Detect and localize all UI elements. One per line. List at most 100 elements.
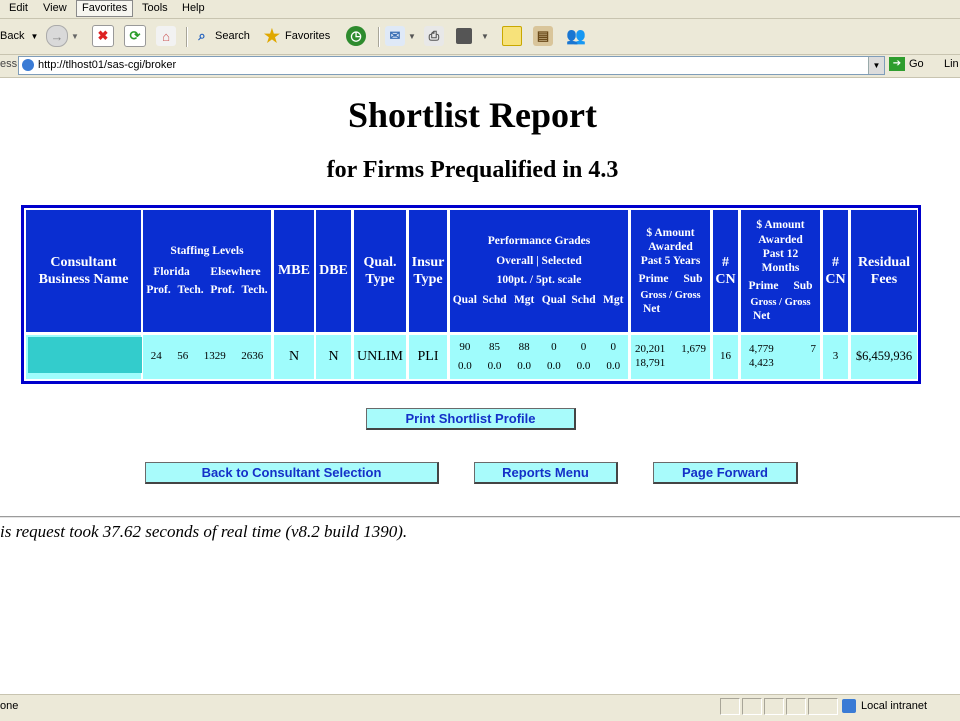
status-text: one (0, 700, 19, 712)
menu-view[interactable]: View (38, 0, 72, 18)
header-text: Elsewhere (210, 265, 261, 278)
shortlist-table: Consultant Business Name Staffing Levels… (21, 205, 921, 384)
stop-button[interactable]: ✖ (92, 24, 117, 48)
page-subtitle: for Firms Prequalified in 4.3 (326, 157, 619, 183)
refresh-button[interactable]: ⟳ (124, 24, 149, 48)
staffing-value: 2636 (241, 350, 264, 363)
cell-qual-type: UNLIM (354, 335, 406, 379)
security-zone[interactable]: Local intranet (842, 699, 927, 713)
chevron-down-icon: ▼ (71, 31, 79, 41)
header-text: Type (365, 272, 395, 287)
consultant-redacted (28, 337, 142, 373)
messenger-button[interactable]: 👥 (566, 24, 589, 48)
cell-staffing: 24 56 1329 2636 (143, 335, 271, 379)
print-button[interactable]: ⎙ (424, 24, 447, 48)
menu-tools[interactable]: Tools (137, 0, 173, 18)
divider (0, 516, 960, 518)
header-text: Prof. (210, 284, 235, 297)
perf-overall-value: 88 (518, 340, 530, 353)
page-content: Shortlist Report for Firms Prequalified … (0, 78, 960, 690)
mail-icon: ✉ (385, 26, 405, 46)
cell-insur-type: PLI (409, 335, 447, 379)
note-icon (502, 26, 522, 46)
reports-menu-button[interactable]: Reports Menu (474, 462, 618, 484)
header-text: Prime (748, 279, 779, 292)
chevron-down-icon: ▼ (30, 31, 39, 41)
perf-overall-value: 85 (489, 340, 500, 353)
search-icon: ⌕ (198, 28, 206, 43)
page-title: Shortlist Report (348, 95, 597, 135)
favorites-button[interactable]: ★ Favorites (262, 24, 330, 48)
page-forward-button[interactable]: Page Forward (653, 462, 798, 484)
print-shortlist-profile-button[interactable]: Print Shortlist Profile (366, 408, 576, 430)
forward-button[interactable]: → ▼ (46, 24, 79, 48)
header-text: Net (643, 303, 661, 316)
header-text: Qual. (363, 254, 397, 270)
header-cn-2: # CN (823, 210, 848, 332)
zone-label: Local intranet (861, 700, 928, 712)
address-label: ess (0, 58, 18, 70)
header-text: Florida (153, 265, 190, 278)
header-text: Gross / Gross (640, 290, 701, 301)
status-pane (742, 698, 762, 715)
toolbar-separator (186, 27, 188, 47)
perf-selected-value: 0.0 (546, 359, 561, 372)
edit-button[interactable]: ▼ (456, 24, 489, 48)
header-text: Consultant (50, 254, 117, 270)
amount-value: 7 (810, 343, 817, 356)
amount-net-value: 18,791 (635, 357, 666, 369)
perf-selected-value: 0.0 (576, 359, 591, 372)
back-button[interactable]: Back ▼ (0, 24, 38, 48)
back-to-consultant-selection-button[interactable]: Back to Consultant Selection (145, 462, 439, 484)
messenger-icon: 👥 (566, 28, 586, 45)
cell-consultant[interactable] (26, 335, 142, 379)
history-button[interactable]: ◷ (346, 24, 369, 48)
perf-overall-value: 0 (551, 340, 557, 353)
header-text: $ Amount (756, 219, 805, 232)
header-text: Qual (452, 294, 477, 307)
menu-help[interactable]: Help (177, 0, 210, 18)
printer-icon: ⎙ (424, 26, 444, 46)
status-pane (786, 698, 806, 715)
go-button[interactable]: ➔ Go (889, 57, 924, 71)
chevron-down-icon: ▼ (481, 31, 489, 41)
cell-dbe: N (316, 335, 351, 379)
header-text: Insur (411, 254, 445, 270)
links-toolbar[interactable]: Lin (944, 58, 959, 70)
toolbar: Back ▼ → ▼ ✖ ⟳ ⌂ ⌕ Search ★ Favorites ◷ … (0, 19, 960, 55)
page-icon (22, 59, 34, 71)
perf-overall-value: 0 (580, 340, 587, 353)
staffing-value: 24 (150, 350, 162, 363)
address-input[interactable]: http://tlhost01/sas-cgi/broker ▼ (18, 56, 885, 75)
research-button[interactable]: ▤ (533, 24, 556, 48)
header-residual-fees: Residual Fees (851, 210, 917, 332)
header-text: 100pt. / 5pt. scale (496, 274, 582, 286)
refresh-icon: ⟳ (124, 25, 146, 47)
edit-icon (456, 28, 472, 44)
header-amount-12mo: $ Amount Awarded Past 12 Months Prime Su… (741, 210, 820, 332)
header-text: Fees (870, 272, 898, 287)
search-button[interactable]: ⌕ Search (192, 24, 250, 48)
status-pane (764, 698, 784, 715)
header-text: Gross / Gross (750, 297, 811, 309)
timing-message: is request took 37.62 seconds of real ti… (0, 522, 408, 541)
history-icon: ◷ (346, 26, 366, 46)
header-text: Tech. (177, 284, 204, 297)
header-text: Sub (683, 272, 703, 285)
favorites-label: Favorites (285, 30, 331, 42)
mail-button[interactable]: ✉ ▼ (385, 24, 416, 48)
discuss-button[interactable] (502, 24, 525, 48)
amount-value: 1,679 (681, 343, 706, 356)
perf-overall-value: 90 (459, 340, 471, 353)
staffing-value: 56 (177, 350, 189, 363)
menu-edit[interactable]: Edit (4, 0, 33, 18)
address-dropdown-icon[interactable]: ▼ (868, 57, 884, 74)
header-performance: Performance Grades Overall | Selected 10… (450, 210, 628, 332)
header-consultant: Consultant Business Name (26, 210, 141, 332)
menu-favorites[interactable]: Favorites (76, 0, 134, 17)
address-url: http://tlhost01/sas-cgi/broker (38, 59, 177, 71)
amount-value: 4,779 (749, 343, 774, 356)
go-arrow-icon: ➔ (889, 57, 905, 71)
status-bar: one Local intranet (0, 694, 960, 721)
home-button[interactable]: ⌂ (156, 24, 179, 48)
